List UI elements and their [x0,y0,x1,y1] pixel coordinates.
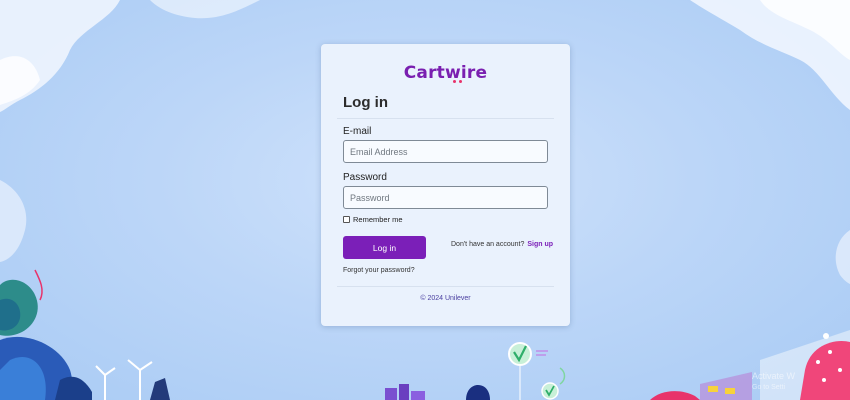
activate-windows-watermark: Activate W Go to Setti [752,371,795,393]
header-divider [337,118,554,119]
email-label: E-mail [343,126,372,137]
watermark-line-1: Activate W [752,371,796,381]
copyright-text: © 2024 Unilever [420,295,471,302]
login-card: Cartwire Log in E-mail Password Remember… [321,44,570,326]
forgot-password-link[interactable]: Forgot your password? [343,267,415,274]
page-title: Log in [343,94,388,111]
signup-link[interactable]: Sign up [527,241,553,248]
signup-prompt-row: Don't have an account? Sign up [451,241,553,248]
watermark-line-2: Go to Setti [752,384,786,391]
password-field[interactable] [343,186,548,209]
remember-me-checkbox[interactable] [343,216,350,223]
footer-divider [337,286,554,287]
remember-me-label[interactable]: Remember me [353,215,403,224]
password-label: Password [343,172,387,183]
remember-me-row: Remember me [343,215,403,224]
cartwire-logo: Cartwire [403,63,488,83]
logo-cart-wheels-icon [451,80,465,84]
email-field[interactable] [343,140,548,163]
login-button[interactable]: Log in [343,236,426,259]
signup-prompt-text: Don't have an account? [451,241,525,248]
